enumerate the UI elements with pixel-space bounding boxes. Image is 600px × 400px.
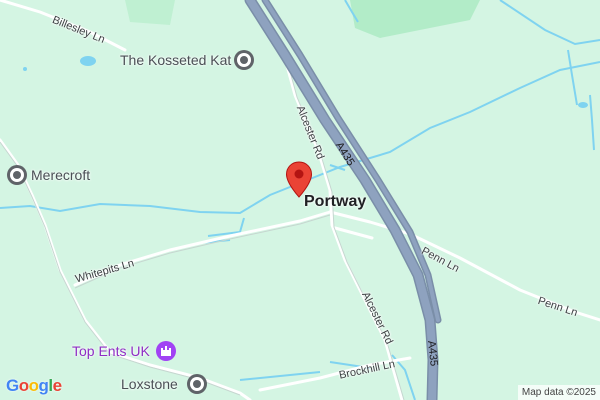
castle-icon[interactable]	[155, 340, 177, 362]
map-base-layer	[0, 0, 600, 400]
park-area-northeast	[350, 0, 480, 38]
minor-road-edges	[0, 41, 405, 400]
town-label-portway: Portway	[304, 193, 367, 210]
pond-small	[23, 67, 27, 71]
map-attribution[interactable]: Map data ©2025	[517, 385, 600, 400]
google-logo: Google	[6, 376, 62, 395]
park-area-north	[125, 0, 175, 25]
merecroft-icon[interactable]	[6, 164, 28, 186]
kosseted-kat-icon[interactable]	[233, 49, 255, 71]
highway-label-a435-lower: A435	[425, 340, 440, 367]
kosseted-kat-label[interactable]: The Kosseted Kat	[120, 52, 231, 68]
merecroft-label[interactable]: Merecroft	[31, 167, 90, 183]
loxstone-label[interactable]: Loxstone	[121, 376, 178, 392]
map-canvas[interactable]: The Kosseted Kat Merecroft Top Ents UK L…	[0, 0, 600, 400]
pond-east	[578, 102, 588, 108]
top-ents-label[interactable]: Top Ents UK	[72, 343, 150, 359]
loxstone-icon[interactable]	[186, 373, 208, 395]
pond-north	[80, 56, 96, 66]
